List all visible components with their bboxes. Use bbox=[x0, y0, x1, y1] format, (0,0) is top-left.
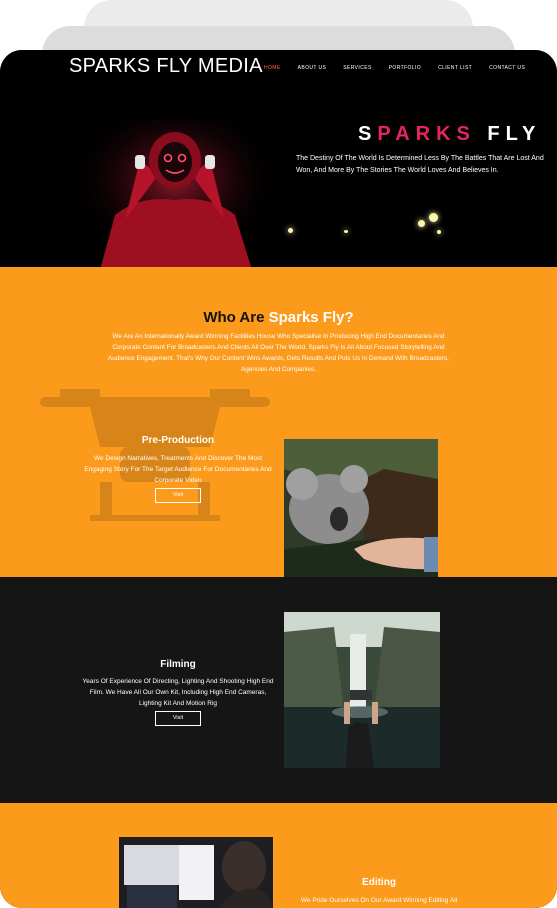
service-desc-pre-production: We Design Narratives, Treatments And Dis… bbox=[84, 455, 272, 484]
nav-home[interactable]: HOME bbox=[264, 65, 281, 71]
hero-masked-figure-image bbox=[80, 120, 270, 267]
editing-section: Editing We Pride Ourselves On Our Award … bbox=[0, 803, 557, 908]
service-title-filming: Filming bbox=[160, 659, 196, 670]
hero-title-parks: PARKS bbox=[377, 123, 476, 145]
filming-section: Filming Years Of Experience Of Directing… bbox=[0, 577, 557, 803]
site-logo[interactable]: SPARKS FLY MEDIA bbox=[69, 55, 263, 78]
about-heading-highlight: Sparks Fly? bbox=[268, 309, 354, 326]
bokeh-light bbox=[418, 220, 425, 227]
nav-client-list[interactable]: CLIENT LIST bbox=[438, 65, 472, 71]
service-desc-editing: We Pride Ourselves On Our Award Winning … bbox=[300, 897, 458, 904]
koala-photo bbox=[284, 439, 438, 577]
service-title-pre-production: Pre-Production bbox=[141, 435, 215, 446]
nav-contact-us[interactable]: CONTACT US bbox=[489, 65, 525, 71]
service-title-editing: Editing bbox=[362, 877, 396, 888]
nav-about-us[interactable]: ABOUT US bbox=[298, 65, 327, 71]
hero-subtitle: The Destiny Of The World Is Determined L… bbox=[296, 155, 544, 174]
hero-section: SPARKS FLY MEDIA HOME ABOUT US SERVICES … bbox=[0, 50, 557, 267]
about-heading-prefix: Who Are bbox=[203, 309, 269, 326]
main-nav: HOME ABOUT US SERVICES PORTFOLIO CLIENT … bbox=[264, 65, 542, 71]
visit-button-pre-production[interactable]: Visit bbox=[155, 488, 201, 503]
bokeh-light bbox=[429, 213, 438, 222]
about-section: Who Are Sparks Fly? We Are An Internatio… bbox=[0, 267, 557, 577]
about-heading: Who Are Sparks Fly? bbox=[0, 309, 557, 326]
nav-portfolio[interactable]: PORTFOLIO bbox=[389, 65, 421, 71]
drone-silhouette-image bbox=[40, 389, 270, 521]
visit-button-filming[interactable]: Visit bbox=[155, 711, 201, 726]
bokeh-light bbox=[288, 228, 293, 233]
hero-title-s: S bbox=[358, 123, 378, 145]
hero-title-fly: FLY bbox=[475, 123, 542, 145]
editing-photo bbox=[119, 837, 273, 908]
waterfall-photo bbox=[284, 612, 440, 768]
bokeh-light bbox=[437, 230, 441, 234]
browser-frame: SPARKS FLY MEDIA HOME ABOUT US SERVICES … bbox=[0, 50, 557, 908]
service-desc-filming: Years Of Experience Of Directing, Lighti… bbox=[82, 678, 274, 707]
hero-title: SPARKS FLY bbox=[358, 123, 541, 146]
bokeh-light bbox=[344, 230, 348, 233]
nav-services[interactable]: SERVICES bbox=[343, 65, 371, 71]
